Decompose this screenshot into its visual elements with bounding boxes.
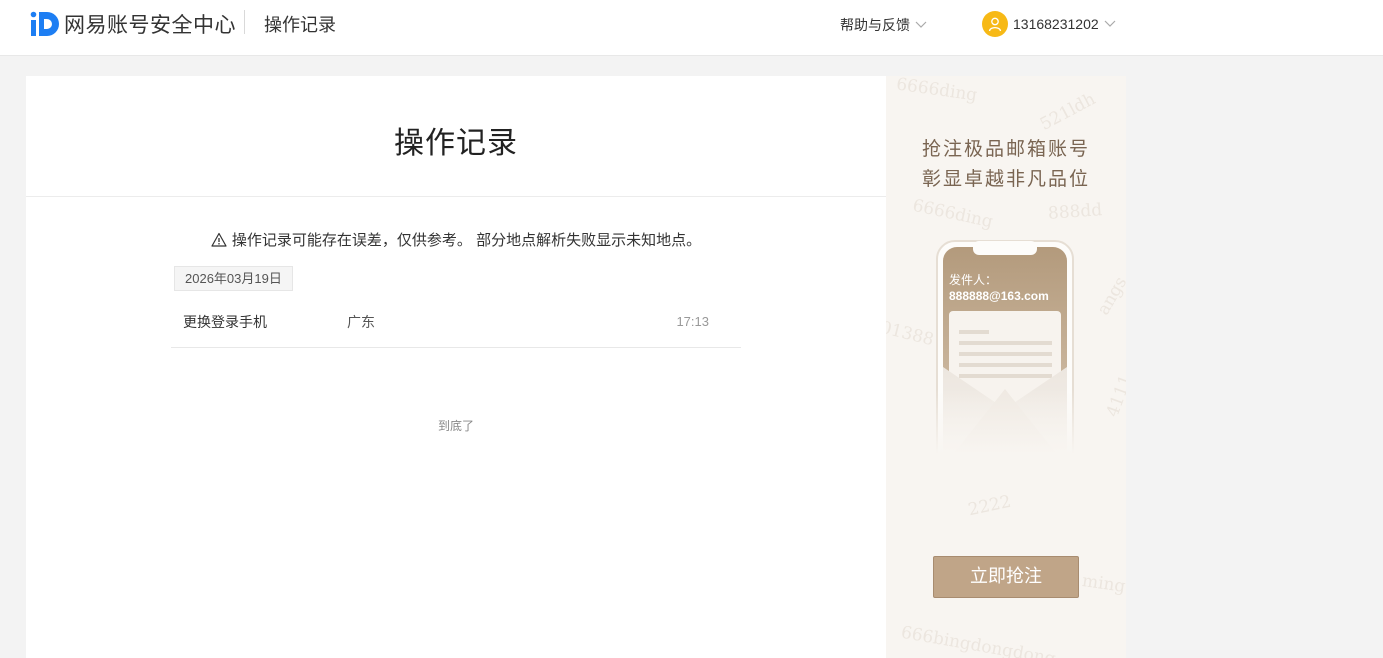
table-row: 更换登录手机 广东 17:13 bbox=[171, 298, 741, 348]
watermark-text: 01388 bbox=[886, 317, 936, 351]
header-section-title: 操作记录 bbox=[264, 15, 336, 35]
help-feedback-label: 帮助与反馈 bbox=[840, 17, 910, 33]
notice-text: 操作记录可能存在误差，仅供参考。 部分地点解析失败显示未知地点。 bbox=[231, 232, 702, 249]
watermark-text: 2222 bbox=[966, 491, 1013, 521]
record-time: 17:13 bbox=[676, 314, 709, 329]
sender-label: 发件人： bbox=[949, 273, 998, 287]
warning-icon bbox=[211, 232, 227, 247]
chevron-down-icon bbox=[915, 21, 927, 28]
watermark-text: 521ldh bbox=[1036, 89, 1099, 135]
record-action: 更换登录手机 bbox=[183, 314, 267, 330]
avatar bbox=[982, 11, 1008, 37]
user-icon bbox=[988, 17, 1002, 32]
promo-headline: 抢注极品邮箱账号 彰显卓越非凡品位 bbox=[886, 134, 1126, 194]
watermark-text: 4111 bbox=[1102, 372, 1126, 420]
logo[interactable]: 网易账号安全中心 bbox=[30, 9, 236, 39]
watermark-text: angs bbox=[1093, 273, 1126, 319]
watermark-text: 6666ding bbox=[895, 76, 979, 106]
notice-message: 操作记录可能存在误差，仅供参考。 部分地点解析失败显示未知地点。 bbox=[26, 229, 886, 250]
help-feedback-menu[interactable]: 帮助与反馈 bbox=[840, 15, 927, 35]
top-header: 网易账号安全中心 操作记录 帮助与反馈 13168231202 bbox=[0, 0, 1383, 56]
watermark-text: 6666ding bbox=[910, 195, 995, 233]
watermark-text: ming bbox=[1080, 571, 1126, 597]
register-now-button[interactable]: 立即抢注 bbox=[933, 556, 1079, 598]
sender-email: 888888@163.com bbox=[949, 289, 1049, 303]
operation-log-panel: 操作记录 操作记录可能存在误差，仅供参考。 部分地点解析失败显示未知地点。 20… bbox=[26, 76, 886, 658]
promo-headline-line: 抢注极品邮箱账号 bbox=[921, 138, 1090, 160]
chevron-down-icon bbox=[1104, 20, 1116, 27]
title-divider bbox=[26, 196, 886, 197]
end-of-list-text: 到底了 bbox=[437, 419, 474, 433]
promo-banner[interactable]: 6666ding 521ldh 6666ding 888dd angs 0138… bbox=[886, 76, 1126, 658]
date-group-label: 2026年03月19日 bbox=[174, 266, 293, 291]
user-phone: 13168231202 bbox=[1013, 16, 1099, 32]
user-menu[interactable]: 13168231202 bbox=[982, 11, 1116, 37]
brand-name: 网易账号安全中心 bbox=[64, 14, 236, 37]
header-divider bbox=[244, 10, 245, 34]
page-title: 操作记录 bbox=[394, 127, 518, 160]
watermark-text: 666bingdongdong bbox=[899, 622, 1058, 658]
watermark-text: 888dd bbox=[1047, 200, 1103, 224]
record-location: 广东 bbox=[347, 314, 375, 330]
promo-headline-line: 彰显卓越非凡品位 bbox=[921, 168, 1090, 190]
netease-id-logo-icon bbox=[30, 11, 59, 36]
